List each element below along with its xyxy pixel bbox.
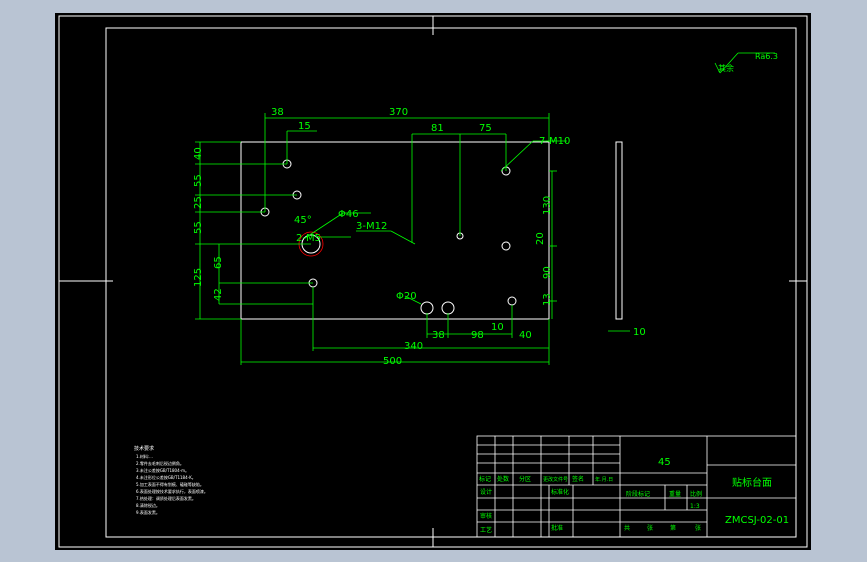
tb-sheet-no: 第 (670, 524, 676, 532)
callout-7-m10: 7-M10 (539, 136, 570, 147)
note-line: 8.清除锐边。 (136, 502, 160, 508)
tb-row-design: 设计 (480, 488, 492, 496)
tb-approve: 批准 (551, 524, 563, 532)
callout-3-m12: 3-M12 (356, 221, 387, 232)
tb-sheet-unit1: 张 (647, 524, 653, 532)
dim-10: 10 (491, 322, 504, 333)
dim-98: 98 (471, 330, 484, 341)
tb-drawing-no: ZMCSJ-02-01 (725, 515, 789, 526)
tb-header-mark: 标记 (479, 475, 491, 483)
dim-40v: 40 (193, 147, 204, 160)
callout-phi20: Φ20 (396, 291, 417, 302)
tb-standardize: 标准化 (551, 488, 569, 496)
tb-sheet-unit2: 张 (695, 524, 701, 532)
note-line: 3.未注公差按GB/T1804-m。 (136, 467, 189, 473)
angle-45: 45° (294, 215, 312, 226)
hole-d20 (420, 301, 434, 315)
hole (501, 241, 511, 251)
dim-42v: 42 (213, 288, 224, 301)
tb-header-change-doc: 更改文件号 (543, 476, 568, 483)
tb-scale: 1:3 (690, 503, 700, 510)
tb-header-date: 年.月.日 (595, 476, 613, 483)
dim-340: 340 (404, 341, 423, 352)
tb-header-sign: 签名 (572, 475, 584, 483)
note-line: 9.表面发黑。 (136, 509, 160, 515)
dimension-lines (195, 52, 775, 365)
roughness-value: Ra6.3 (755, 52, 778, 61)
dim-25v: 25 (193, 196, 204, 209)
notes-title: 技术要求 (134, 445, 154, 452)
tb-header-zone: 分区 (519, 475, 531, 483)
note-line: 1.材料:... (136, 453, 153, 459)
tb-stage-mark: 阶段标记 (626, 490, 650, 498)
drawing-sheet: 38 370 15 81 75 38 98 10 40 340 500 10 4… (55, 13, 811, 550)
inner-border (105, 27, 797, 538)
dim-55v2: 55 (193, 221, 204, 234)
dim-90v: 90 (542, 266, 553, 279)
note-line: 6.表面处理按技术要求执行，表面喷漆。 (136, 488, 208, 494)
dim-38: 38 (271, 107, 284, 118)
note-line: 5.加工表面不得有划痕、磕碰等缺陷。 (136, 481, 204, 487)
tb-material: 45 (658, 457, 671, 468)
dim-13v: 13 (542, 293, 553, 306)
note-line: 2.零件去毛刺后锐边倒角。 (136, 460, 184, 466)
dim-38b: 38 (432, 330, 445, 341)
tb-part-name: 贴标台面 (732, 476, 772, 489)
callout-phi46: Φ46 (338, 209, 359, 220)
hole-d20 (441, 301, 455, 315)
dim-130v: 130 (542, 196, 553, 215)
tb-row-process: 工艺 (480, 526, 492, 534)
callout-2-m5: 2-M5 (296, 233, 321, 244)
tb-header-count: 处数 (497, 475, 509, 483)
dim-10b: 10 (633, 327, 646, 338)
plate-side-view (615, 141, 623, 320)
dim-75: 75 (479, 123, 492, 134)
cad-drawing: 38 370 15 81 75 38 98 10 40 340 500 10 4… (58, 15, 808, 548)
dim-55v: 55 (193, 174, 204, 187)
roughness-label: 其余 (718, 63, 734, 73)
dim-125v: 125 (193, 268, 204, 287)
tb-row-check: 审核 (480, 512, 492, 520)
dim-370: 370 (389, 107, 408, 118)
dim-15: 15 (298, 121, 311, 132)
dim-65v: 65 (213, 256, 224, 269)
dim-20v: 20 (535, 232, 546, 245)
dim-500: 500 (383, 356, 402, 367)
tb-ratio: 比例 (690, 490, 702, 498)
hole (507, 296, 517, 306)
tb-sheet-total: 共 (624, 524, 630, 532)
dim-81: 81 (431, 123, 444, 134)
dim-40: 40 (519, 330, 532, 341)
note-line: 7.热处理：调质处理后表面发黑。 (136, 495, 196, 501)
tb-weight: 重量 (669, 490, 681, 498)
note-line: 4.未注形位公差按GB/T1184-K。 (136, 474, 196, 480)
